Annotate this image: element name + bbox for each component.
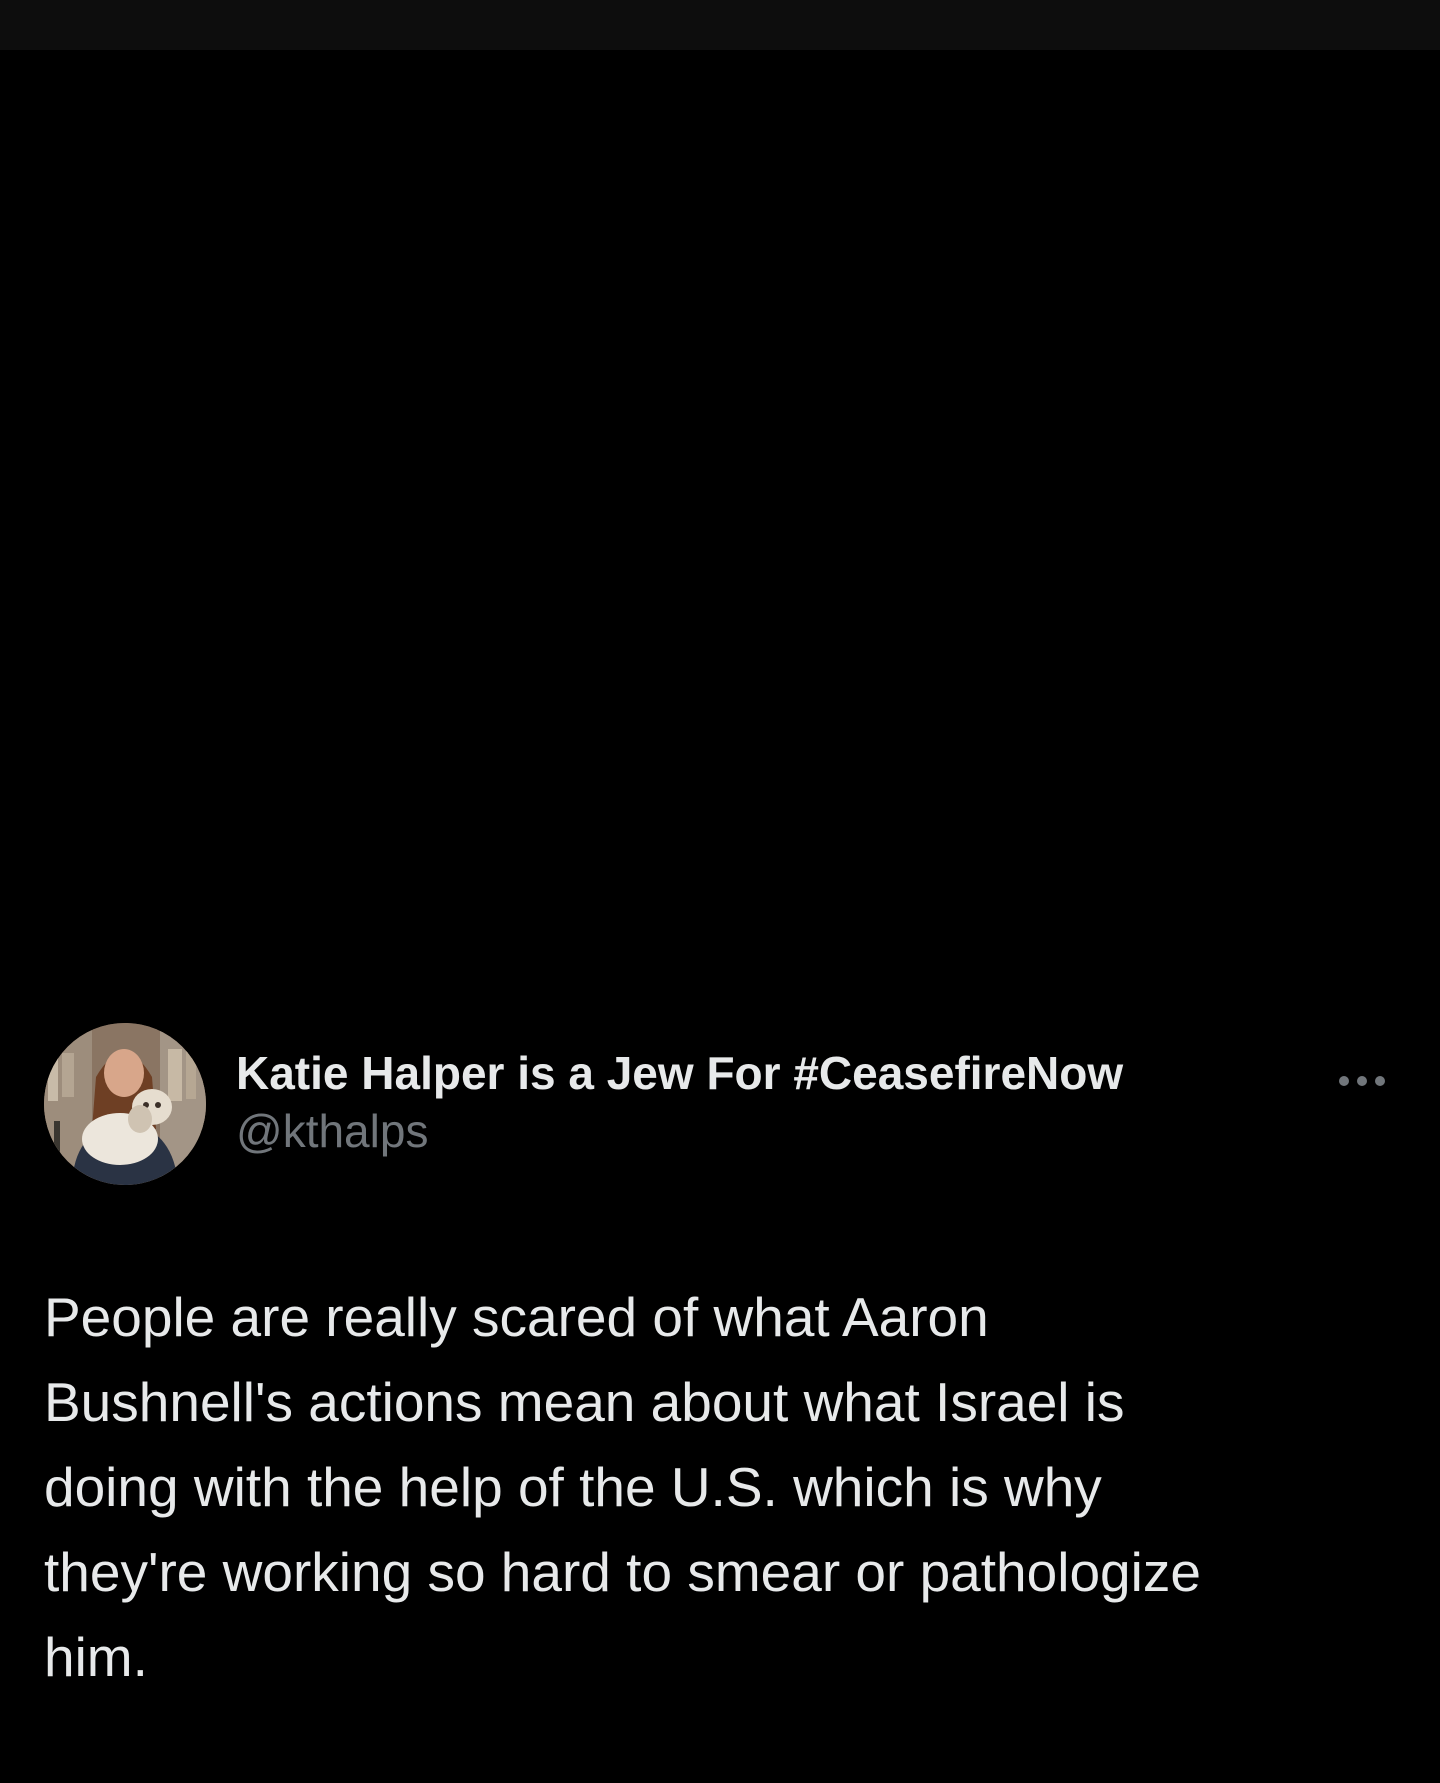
author-handle[interactable]: @kthalps [236, 1104, 1296, 1158]
more-options-button[interactable] [1328, 1061, 1396, 1101]
author-display-name[interactable]: Katie Halper is a Jew For #CeasefireNow [236, 1046, 1296, 1100]
top-status-strip [0, 0, 1440, 50]
author-info: Katie Halper is a Jew For #CeasefireNow … [236, 1046, 1296, 1158]
tweet-text: People are really scared of what Aaron B… [44, 1286, 1201, 1688]
tweet: Katie Halper is a Jew For #CeasefireNow … [0, 1020, 1440, 1783]
tweet-header: Katie Halper is a Jew For #CeasefireNow … [44, 1023, 1396, 1185]
more-options-icon [1339, 1076, 1385, 1086]
profile-photo [44, 1023, 206, 1185]
avatar[interactable] [44, 1023, 206, 1185]
